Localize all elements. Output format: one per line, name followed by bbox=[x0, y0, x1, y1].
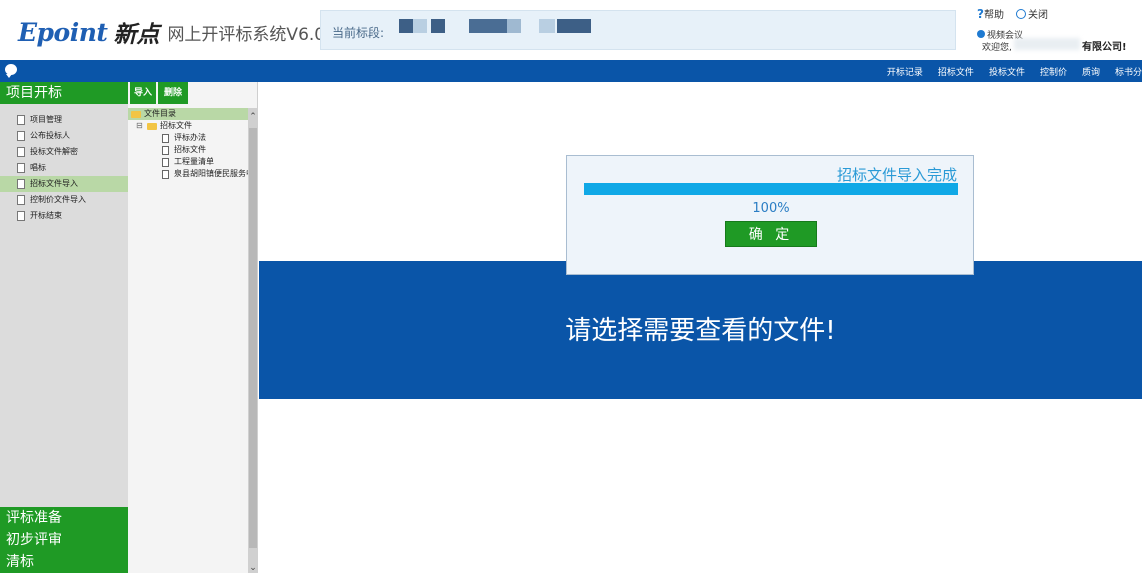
redacted-block bbox=[431, 19, 445, 33]
menu-item-label: 唱标 bbox=[30, 163, 46, 172]
progress-percent: 100% bbox=[752, 201, 790, 216]
chat-icon[interactable] bbox=[5, 64, 17, 78]
power-icon[interactable] bbox=[1015, 9, 1026, 19]
header: Epoint 新点 网上开评标系统V6.0 当前标段: ?帮助 关闭 视频会议 欢… bbox=[0, 0, 1142, 60]
left-menu: 项目开标 项目管理 公布投标人 投标文件解密 唱标 招标文件导入 控制价文件导入… bbox=[0, 82, 128, 573]
scroll-thumb[interactable] bbox=[249, 128, 257, 548]
tree-root-label: 文件目录 bbox=[144, 109, 176, 118]
menu-item-import-control-price[interactable]: 控制价文件导入 bbox=[0, 192, 128, 208]
top-links: ?帮助 关闭 bbox=[977, 6, 1048, 21]
tree-root[interactable]: 文件目录 bbox=[128, 108, 248, 120]
brand-cn: 新点 bbox=[113, 22, 160, 48]
document-icon bbox=[17, 179, 25, 189]
nav-item-control-price[interactable]: 控制价 bbox=[1040, 65, 1067, 78]
nav-items: 开标记录 招标文件 投标文件 控制价 质询 标书分 bbox=[887, 60, 1142, 82]
redacted-block bbox=[507, 19, 521, 33]
section-preliminary-review[interactable]: 初步评审 bbox=[0, 529, 128, 551]
prompt-text: 请选择需要查看的文件! bbox=[565, 316, 836, 346]
dialog-title: 招标文件导入完成 bbox=[836, 166, 957, 184]
folder-icon bbox=[147, 123, 157, 130]
welcome-text: 欢迎您, bbox=[982, 43, 1012, 53]
import-complete-dialog: 招标文件导入完成 100% 确 定 bbox=[566, 155, 974, 275]
delete-button[interactable]: 删除 bbox=[158, 82, 188, 104]
tree-file[interactable]: 评标办法 bbox=[128, 132, 248, 144]
document-icon bbox=[17, 163, 25, 173]
current-stage-box: 当前标段: bbox=[320, 10, 956, 50]
tree-file-label: 工程量清单 bbox=[174, 157, 214, 166]
top-nav-bar: 开标记录 招标文件 投标文件 控制价 质询 标书分 bbox=[0, 60, 1142, 82]
system-name: 网上开评标系统V6.0 bbox=[167, 24, 326, 45]
stage-label: 当前标段: bbox=[332, 26, 385, 40]
bottom-sections: 评标准备 初步评审 清标 bbox=[0, 507, 128, 573]
redacted-block bbox=[399, 19, 413, 33]
document-icon bbox=[17, 195, 25, 205]
redacted-block bbox=[557, 19, 591, 33]
document-icon bbox=[17, 131, 25, 141]
tree-file-label: 泉县胡阳镇便民服务中 bbox=[174, 169, 248, 178]
section-project-opening[interactable]: 项目开标 bbox=[0, 82, 128, 104]
nav-item-bid-file[interactable]: 投标文件 bbox=[989, 65, 1025, 78]
nav-item-tender-file[interactable]: 招标文件 bbox=[938, 65, 974, 78]
nav-item-opening-record[interactable]: 开标记录 bbox=[887, 65, 923, 78]
app-window: Epoint 新点 网上开评标系统V6.0 当前标段: ?帮助 关闭 视频会议 欢… bbox=[0, 0, 1142, 573]
redacted-block bbox=[539, 19, 555, 33]
menu-item-import-tender-file[interactable]: 招标文件导入 bbox=[0, 176, 128, 192]
tree-file-label: 招标文件 bbox=[174, 145, 206, 154]
help-link[interactable]: 帮助 bbox=[984, 6, 1004, 21]
brand-logo-text: Epoint bbox=[18, 17, 108, 47]
tree-file-label: 评标办法 bbox=[174, 133, 206, 142]
redacted-block bbox=[413, 19, 427, 33]
tree-file[interactable]: 泉县胡阳镇便民服务中 bbox=[128, 168, 248, 180]
nav-item-bid-analysis[interactable]: 标书分 bbox=[1115, 65, 1142, 78]
scroll-down-icon[interactable]: ⌄ bbox=[249, 563, 257, 573]
import-button[interactable]: 导入 bbox=[130, 82, 156, 104]
tree-toolbar: 导入 删除 bbox=[128, 82, 188, 104]
document-icon bbox=[17, 115, 25, 125]
menu-list: 项目管理 公布投标人 投标文件解密 唱标 招标文件导入 控制价文件导入 开标结束 bbox=[0, 104, 128, 224]
company-name: 有限公司! bbox=[1082, 42, 1127, 53]
help-icon[interactable]: ? bbox=[977, 7, 984, 21]
menu-item-label: 项目管理 bbox=[30, 115, 62, 124]
scroll-up-icon[interactable]: ⌃ bbox=[249, 112, 257, 122]
collapse-icon[interactable]: ⊟ bbox=[136, 120, 143, 132]
section-bid-clearing[interactable]: 清标 bbox=[0, 551, 128, 573]
tree-folder-tender[interactable]: ⊟ 招标文件 bbox=[128, 120, 248, 132]
document-icon bbox=[17, 147, 25, 157]
menu-item-opening-end[interactable]: 开标结束 bbox=[0, 208, 128, 224]
menu-item-publish-bidders[interactable]: 公布投标人 bbox=[0, 128, 128, 144]
file-icon bbox=[162, 134, 169, 143]
document-icon bbox=[17, 211, 25, 221]
logo: Epoint 新点 网上开评标系统V6.0 bbox=[18, 14, 325, 50]
video-icon bbox=[977, 30, 985, 38]
section-evaluation-prep[interactable]: 评标准备 bbox=[0, 507, 128, 529]
tree-file[interactable]: 招标文件 bbox=[128, 144, 248, 156]
menu-item-label: 投标文件解密 bbox=[30, 147, 78, 156]
menu-item-label: 开标结束 bbox=[30, 211, 62, 220]
file-icon bbox=[162, 158, 169, 167]
menu-item-decrypt-bids[interactable]: 投标文件解密 bbox=[0, 144, 128, 160]
menu-item-label: 控制价文件导入 bbox=[30, 195, 86, 204]
prompt-banner: 请选择需要查看的文件! bbox=[259, 261, 1142, 399]
confirm-button[interactable]: 确 定 bbox=[725, 221, 817, 247]
file-tree-panel: 导入 删除 文件目录 ⊟ 招标文件 评标办法 招标文件 工程量清单 泉县胡阳镇便民… bbox=[128, 82, 258, 573]
nav-item-inquiry[interactable]: 质询 bbox=[1082, 65, 1100, 78]
close-link[interactable]: 关闭 bbox=[1028, 6, 1048, 21]
tree-folder-label: 招标文件 bbox=[160, 121, 192, 130]
menu-item-label: 公布投标人 bbox=[30, 131, 70, 140]
menu-item-announce-bids[interactable]: 唱标 bbox=[0, 160, 128, 176]
progress-fill bbox=[584, 183, 958, 195]
file-icon bbox=[162, 170, 169, 179]
tree-scrollbar[interactable]: ⌃ ⌄ bbox=[248, 108, 258, 573]
menu-item-project-management[interactable]: 项目管理 bbox=[0, 112, 128, 128]
redacted-user bbox=[1014, 38, 1080, 50]
file-icon bbox=[162, 146, 169, 155]
menu-item-label: 招标文件导入 bbox=[30, 179, 78, 188]
folder-icon bbox=[131, 111, 141, 118]
progress-bar bbox=[584, 183, 958, 195]
file-tree: 文件目录 ⊟ 招标文件 评标办法 招标文件 工程量清单 泉县胡阳镇便民服务中 bbox=[128, 108, 248, 180]
tree-file[interactable]: 工程量清单 bbox=[128, 156, 248, 168]
